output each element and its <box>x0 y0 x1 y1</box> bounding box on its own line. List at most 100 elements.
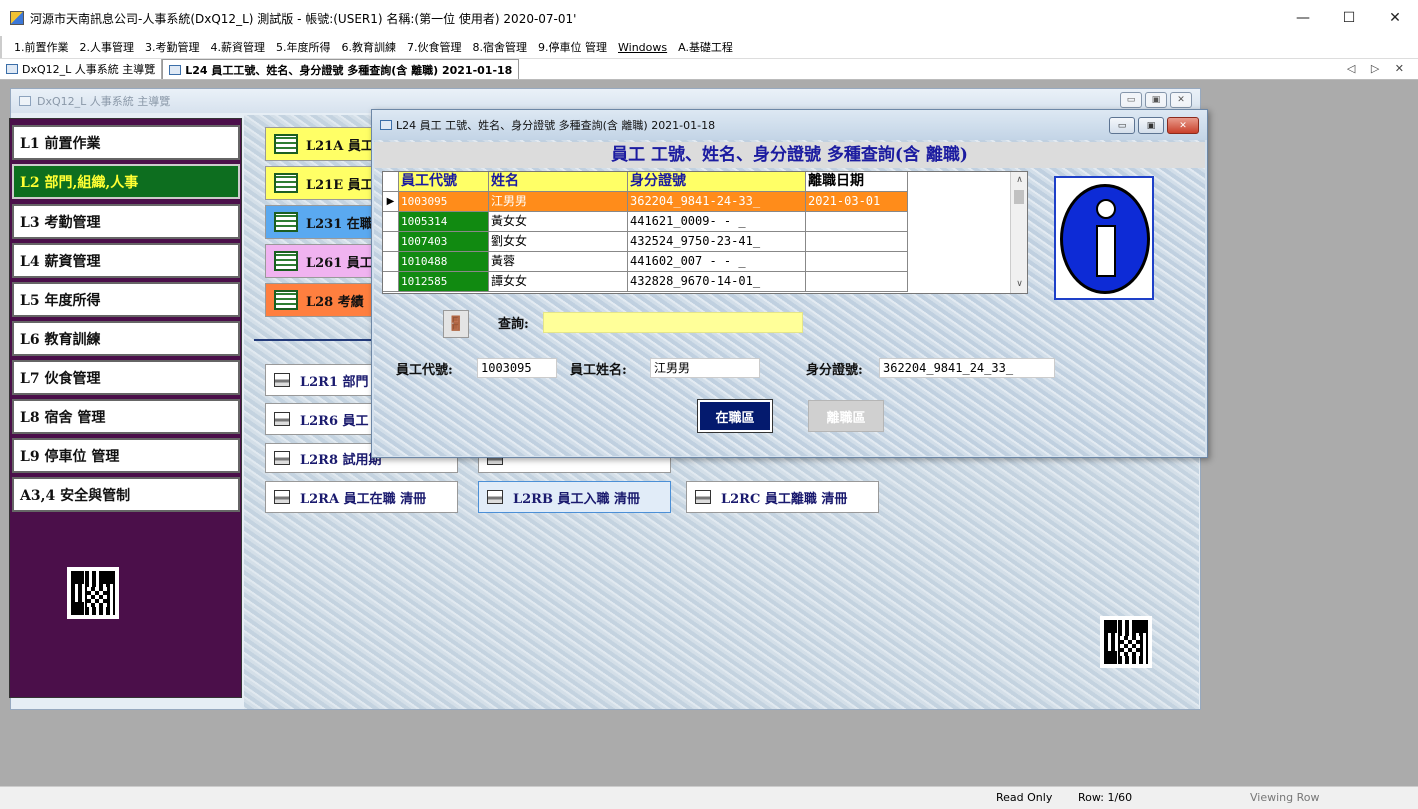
maximize-icon[interactable]: ☐ <box>1326 0 1372 36</box>
grid-icon <box>274 290 298 310</box>
window-title: 河源市天南訊息公司-人事系統(DxQ12_L) 測試版 - 帳號:(USER1)… <box>30 11 577 26</box>
cell-name[interactable]: 黃蓉 <box>489 252 628 272</box>
minimize-icon[interactable]: ▭ <box>1109 117 1135 134</box>
report-button-l2r1[interactable]: L2R1 部門 <box>265 364 375 396</box>
cell-name[interactable]: 劉女女 <box>489 232 628 252</box>
sidebar-item-l6[interactable]: L6 教育訓練 <box>12 321 240 356</box>
cell-emp-code[interactable]: 1005314 <box>399 212 489 232</box>
close-icon[interactable]: ✕ <box>1372 0 1418 36</box>
sidebar-item-l8[interactable]: L8 宿舍 管理 <box>12 399 240 434</box>
scroll-down-icon[interactable]: ∨ <box>1011 276 1028 293</box>
row-indicator-header <box>383 172 399 192</box>
tab-main-navigation[interactable]: DxQ12_L 人事系統 主導覽 <box>0 59 163 79</box>
cell-leave-date[interactable] <box>806 212 908 232</box>
grid-scrollbar[interactable]: ∧ ∨ <box>1010 172 1027 293</box>
module-button-l261[interactable]: L261 員工 <box>265 244 375 278</box>
sidebar-item-a34[interactable]: A3,4 安全與管制 <box>12 477 240 512</box>
tab-label: DxQ12_L 人事系統 主導覽 <box>22 63 156 76</box>
module-button-l21e[interactable]: L21E 員工 <box>265 166 375 200</box>
active-employees-button[interactable]: 在職區 <box>698 400 772 432</box>
menu-item-meals[interactable]: 7.伙食管理 <box>407 39 462 55</box>
menu-item-windows[interactable]: Windows <box>618 41 667 54</box>
cell-name[interactable]: 江男男 <box>489 192 628 212</box>
grid-icon <box>274 212 298 232</box>
report-button-l2ra[interactable]: L2RA 員工在職 清冊 <box>265 481 458 513</box>
menu-item-annual-income[interactable]: 5.年度所得 <box>276 39 331 55</box>
cell-name[interactable]: 譚女女 <box>489 272 628 292</box>
menu-item-setup[interactable]: 1.前置作業 <box>14 39 69 55</box>
cell-id-number[interactable]: 432828_9670-14-01_ <box>628 272 806 292</box>
menu-item-attendance[interactable]: 3.考勤管理 <box>145 39 200 55</box>
emp-name-field[interactable]: 江男男 <box>650 358 760 378</box>
sidebar-item-l2[interactable]: L2 部門,組織,人事 <box>12 164 240 199</box>
emp-code-field[interactable]: 1003095 <box>477 358 557 378</box>
module-button-l21a[interactable]: L21A 員工 <box>265 127 375 161</box>
minimize-icon[interactable]: — <box>1280 0 1326 36</box>
menu-item-payroll[interactable]: 4.薪資管理 <box>211 39 266 55</box>
report-label: L2RC 員工離職 清冊 <box>721 491 848 507</box>
qr-code-icon <box>1100 616 1152 668</box>
dialog-titlebar: L24 員工 工號、姓名、身分證號 多種查詢(含 離職) 2021-01-18 … <box>372 110 1207 140</box>
window-titlebar: 河源市天南訊息公司-人事系統(DxQ12_L) 測試版 - 帳號:(USER1)… <box>0 0 1418 36</box>
cell-leave-date[interactable]: 2021-03-01 <box>806 192 908 212</box>
window-controls: — ☐ ✕ <box>1280 0 1418 36</box>
menu-item-training[interactable]: 6.教育訓練 <box>342 39 397 55</box>
form-icon <box>19 96 31 106</box>
close-icon[interactable]: ✕ <box>1170 92 1192 108</box>
sidebar-item-l7[interactable]: L7 伙食管理 <box>12 360 240 395</box>
scroll-up-icon[interactable]: ∧ <box>1011 172 1028 189</box>
cell-emp-code[interactable]: 1003095 <box>399 192 489 212</box>
column-header-id-number[interactable]: 身分證號 <box>628 172 806 192</box>
report-button-l2rc[interactable]: L2RC 員工離職 清冊 <box>686 481 879 513</box>
menu-item-parking[interactable]: 9.停車位 管理 <box>538 39 607 55</box>
current-row-icon: ▶ <box>383 192 399 212</box>
tab-l24-query[interactable]: L24 員工工號、姓名、身分證號 多種查詢(含 離職) 2021-01-18 <box>162 59 520 79</box>
id-number-field[interactable]: 362204_9841_24_33_ <box>879 358 1055 378</box>
cell-leave-date[interactable] <box>806 232 908 252</box>
printer-icon <box>274 451 290 465</box>
cell-emp-code[interactable]: 1012585 <box>399 272 489 292</box>
cell-emp-code[interactable]: 1010488 <box>399 252 489 272</box>
column-header-name[interactable]: 姓名 <box>489 172 628 192</box>
printer-icon <box>487 490 503 504</box>
menu-item-base[interactable]: A.基礎工程 <box>678 39 733 55</box>
column-header-leave-date[interactable]: 離職日期 <box>806 172 908 192</box>
exit-door-button[interactable]: 🚪 <box>443 310 469 338</box>
close-icon[interactable]: ✕ <box>1167 117 1199 134</box>
cell-id-number[interactable]: 362204_9841-24-33_ <box>628 192 806 212</box>
status-state: Viewing Row <box>1250 791 1320 804</box>
report-button-l2rb[interactable]: L2RB 員工入職 清冊 <box>478 481 671 513</box>
resigned-employees-button[interactable]: 離職區 <box>808 400 884 432</box>
module-button-l231[interactable]: L231 在職 <box>265 205 375 239</box>
sidebar-item-l3[interactable]: L3 考勤管理 <box>12 204 240 239</box>
column-header-emp-code[interactable]: 員工代號 <box>399 172 489 192</box>
cell-id-number[interactable]: 441602_007 - - _ <box>628 252 806 272</box>
minimize-icon[interactable]: ▭ <box>1120 92 1142 108</box>
row-indicator <box>383 232 399 252</box>
search-input[interactable] <box>543 312 803 333</box>
sidebar-item-l9[interactable]: L9 停車位 管理 <box>12 438 240 473</box>
sidebar-item-l5[interactable]: L5 年度所得 <box>12 282 240 317</box>
scroll-thumb[interactable] <box>1014 190 1024 204</box>
cell-emp-code[interactable]: 1007403 <box>399 232 489 252</box>
cell-id-number[interactable]: 441621_0009- - _ <box>628 212 806 232</box>
cell-leave-date[interactable] <box>806 272 908 292</box>
cell-id-number[interactable]: 432524_9750-23-41_ <box>628 232 806 252</box>
status-row: Row: 1/60 <box>1078 791 1133 804</box>
restore-icon[interactable]: ▣ <box>1138 117 1164 134</box>
sidebar-item-l4[interactable]: L4 薪資管理 <box>12 243 240 278</box>
restore-icon[interactable]: ▣ <box>1145 92 1167 108</box>
menu-item-dormitory[interactable]: 8.宿舍管理 <box>473 39 528 55</box>
sidebar-item-l1[interactable]: L1 前置作業 <box>12 125 240 160</box>
menu-item-hr[interactable]: 2.人事管理 <box>80 39 135 55</box>
printer-icon <box>274 373 290 387</box>
cell-name[interactable]: 黃女女 <box>489 212 628 232</box>
tab-nav-icons[interactable]: ◁ ▷ ✕ <box>1347 62 1410 75</box>
dialog-title: L24 員工 工號、姓名、身分證號 多種查詢(含 離職) 2021-01-18 <box>396 119 716 132</box>
cell-leave-date[interactable] <box>806 252 908 272</box>
employee-grid[interactable]: 員工代號 姓名 身分證號 離職日期 ▶ 1003095 江男男 362204_9… <box>382 171 1028 294</box>
module-button-l28[interactable]: L28 考績 <box>265 283 375 317</box>
module-label: L231 在職 <box>306 216 373 232</box>
report-button-l2r6[interactable]: L2R6 員工 <box>265 403 375 435</box>
info-stem <box>1096 225 1116 277</box>
